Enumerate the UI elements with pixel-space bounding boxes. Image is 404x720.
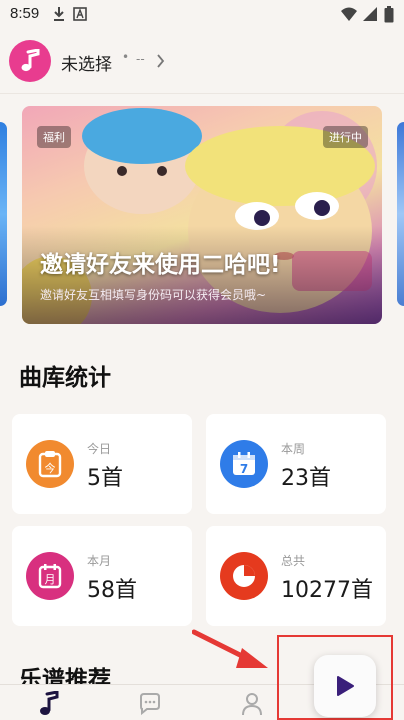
chat-icon[interactable] <box>137 691 163 717</box>
header-title[interactable]: 未选择 <box>61 50 112 75</box>
svg-text:今: 今 <box>45 461 56 475</box>
stat-label: 今日 <box>87 442 112 456</box>
header: 未选择 • -- <box>0 30 404 94</box>
banner-tag-status: 进行中 <box>323 126 368 148</box>
status-time: 8:59 <box>10 5 40 22</box>
status-bar: 8:59 <box>0 0 404 30</box>
banner-title: 邀请好友来使用二哈吧! <box>40 252 281 278</box>
chevron-right-icon[interactable] <box>156 54 165 68</box>
stat-card-month[interactable]: 月 本月 58首 <box>12 526 192 626</box>
battery-icon <box>384 6 394 23</box>
stat-card-total[interactable]: 总共 10277首 <box>206 526 386 626</box>
stat-value: 23首 <box>281 466 331 491</box>
svg-text:月: 月 <box>45 573 56 586</box>
calendar-week-icon: 7 <box>220 440 268 488</box>
header-separator: • <box>122 50 130 64</box>
banner-subtitle: 邀请好友互相填写身份码可以获得会员哦~ <box>40 288 267 302</box>
annotation-arrow-icon <box>192 629 268 668</box>
play-button[interactable] <box>314 655 376 717</box>
stat-label: 本月 <box>87 554 112 568</box>
wifi-icon <box>341 7 357 21</box>
stat-label: 总共 <box>281 554 306 568</box>
stat-card-today[interactable]: 今 今日 5首 <box>12 414 192 514</box>
stat-value: 10277首 <box>281 578 373 603</box>
a-box-icon <box>73 7 87 21</box>
calendar-month-icon: 月 <box>26 552 74 600</box>
pie-chart-icon <box>220 552 268 600</box>
profile-icon[interactable] <box>240 691 264 717</box>
music-note-icon <box>21 49 40 72</box>
stat-value: 58首 <box>87 578 137 603</box>
banner-tag-welfare: 福利 <box>37 126 71 148</box>
stat-card-week[interactable]: 7 本周 23首 <box>206 414 386 514</box>
svg-text:7: 7 <box>240 462 248 476</box>
carousel-prev-slide[interactable] <box>0 122 7 306</box>
music-note-icon[interactable] <box>38 691 60 717</box>
library-stats-title: 曲库统计 <box>19 365 111 391</box>
stat-label: 本周 <box>281 442 306 456</box>
stat-value: 5首 <box>87 466 123 491</box>
carousel-next-slide[interactable] <box>397 122 404 306</box>
avatar[interactable] <box>9 40 51 82</box>
clipboard-today-icon: 今 <box>26 440 74 488</box>
signal-icon <box>363 7 377 21</box>
play-icon <box>337 676 354 696</box>
promo-banner[interactable]: 福利 进行中 邀请好友来使用二哈吧! 邀请好友互相填写身份码可以获得会员哦~ <box>22 106 382 324</box>
download-icon <box>54 7 64 21</box>
header-subtitle: -- <box>136 52 145 66</box>
